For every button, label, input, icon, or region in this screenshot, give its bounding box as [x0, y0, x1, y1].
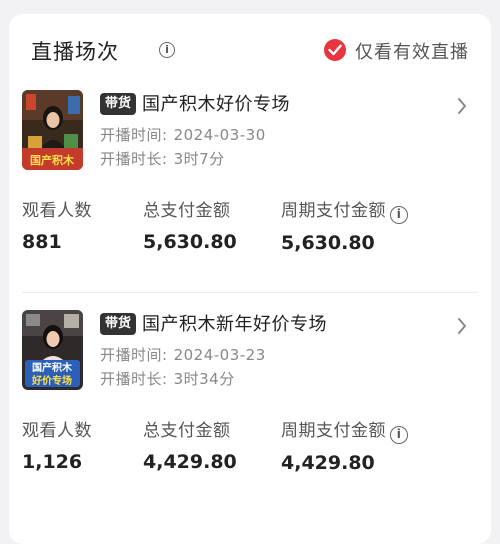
duration-label: 开播时长:: [100, 370, 168, 388]
info-icon[interactable]: i: [390, 426, 408, 444]
sales-badge: 带货: [100, 313, 136, 335]
viewers-label: 观看人数: [22, 201, 92, 221]
card-header: 直播场次 i 仅看有效直播: [31, 36, 469, 64]
period-payment-value: 5,630.80: [281, 232, 375, 254]
start-time-value: 2024-03-23: [173, 346, 266, 364]
session-title[interactable]: 国产积木好价专场: [142, 90, 290, 116]
duration: 开播时长: 3时34分: [100, 368, 235, 389]
duration-value: 3时7分: [173, 150, 225, 168]
payment-label: 总支付金额: [143, 421, 231, 441]
session-title[interactable]: 国产积木新年好价专场: [142, 310, 327, 336]
payment-stat: 总支付金额 5,630.80: [143, 196, 237, 253]
start-time-label: 开播时间:: [100, 126, 168, 144]
viewers-stat: 观看人数 1,126: [22, 416, 92, 473]
svg-text:国产积木: 国产积木: [30, 153, 75, 167]
duration-value: 3时34分: [173, 370, 235, 388]
check-circle-icon[interactable]: [324, 39, 346, 61]
session-stats: 观看人数 881 总支付金额 5,630.80 周期支付金额 i 5,630.80: [22, 196, 460, 256]
card-title: 直播场次: [31, 40, 119, 64]
viewers-stat: 观看人数 881: [22, 196, 92, 253]
start-time: 开播时间: 2024-03-23: [100, 344, 266, 365]
duration-label: 开播时长:: [100, 150, 168, 168]
session-thumbnail: 国产积木 好价专场: [22, 310, 83, 390]
sales-badge: 带货: [100, 93, 136, 115]
period-payment-label: 周期支付金额: [281, 421, 386, 441]
payment-label: 总支付金额: [143, 201, 231, 221]
start-time-label: 开播时间:: [100, 346, 168, 364]
period-payment-stat: 周期支付金额 i 4,429.80: [281, 416, 408, 474]
svg-text:好价专场: 好价专场: [31, 374, 72, 387]
session-thumbnail: 国产积木: [22, 90, 83, 170]
start-time: 开播时间: 2024-03-30: [100, 124, 266, 145]
viewers-label: 观看人数: [22, 421, 92, 441]
chevron-right-icon[interactable]: [456, 316, 468, 340]
chevron-right-icon[interactable]: [456, 96, 468, 120]
payment-stat: 总支付金额 4,429.80: [143, 416, 237, 473]
period-payment-label: 周期支付金额: [281, 201, 386, 221]
svg-text:国产积木: 国产积木: [32, 361, 73, 374]
viewers-value: 1,126: [22, 451, 83, 473]
period-payment-stat: 周期支付金额 i 5,630.80: [281, 196, 408, 254]
filter-label[interactable]: 仅看有效直播: [355, 38, 469, 64]
payment-value: 5,630.80: [143, 231, 237, 253]
info-icon[interactable]: i: [390, 206, 408, 224]
payment-value: 4,429.80: [143, 451, 237, 473]
start-time-value: 2024-03-30: [173, 126, 266, 144]
divider: [22, 292, 478, 293]
viewers-value: 881: [22, 231, 62, 253]
period-payment-value: 4,429.80: [281, 452, 375, 474]
info-icon[interactable]: i: [159, 42, 175, 58]
duration: 开播时长: 3时7分: [100, 148, 225, 169]
session-stats: 观看人数 1,126 总支付金额 4,429.80 周期支付金额 i 4,429.…: [22, 416, 460, 476]
